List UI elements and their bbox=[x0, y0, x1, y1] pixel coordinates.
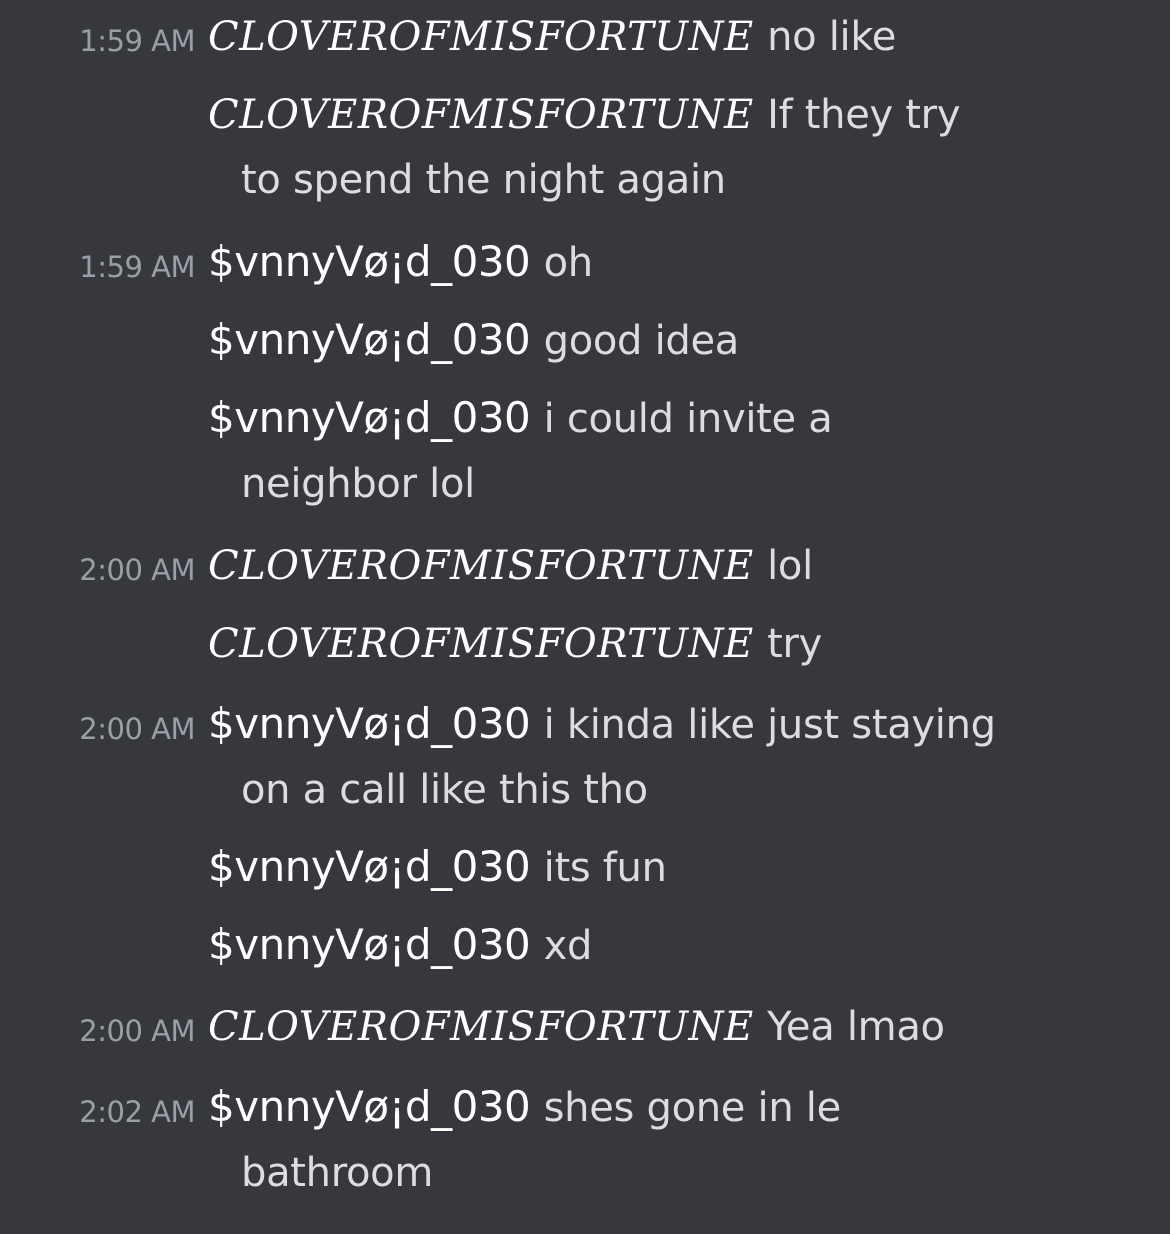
timestamp: 2:02 AM bbox=[79, 1095, 195, 1129]
username[interactable]: CLOVEROFMISFORTUNE bbox=[208, 1004, 754, 1050]
message-text: no like bbox=[767, 14, 897, 60]
message-text: try bbox=[767, 621, 822, 667]
message-text: its fun bbox=[543, 845, 667, 891]
message-text: Yea lmao bbox=[767, 1004, 945, 1050]
message-text-continued: on a call like this tho bbox=[241, 767, 648, 813]
message-text: i could invite a bbox=[543, 396, 833, 442]
message-line: $vnnyVø¡d_030 i kinda like just staying bbox=[208, 700, 996, 749]
timestamp: 2:00 AM bbox=[79, 553, 195, 587]
message-line: CLOVEROFMISFORTUNE If they try bbox=[208, 90, 961, 139]
message-line: $vnnyVø¡d_030 i could invite a bbox=[208, 393, 833, 443]
message-text-continued: to spend the night again bbox=[241, 157, 726, 203]
message-text: good idea bbox=[543, 318, 740, 364]
message-line: $vnnyVø¡d_030 oh bbox=[208, 238, 593, 287]
message-line: $vnnyVø¡d_030 xd bbox=[208, 921, 592, 970]
chat-log: 1:59 AM CLOVEROFMISFORTUNE no like CLOVE… bbox=[0, 0, 1170, 1234]
message-line: CLOVEROFMISFORTUNE Yea lmao bbox=[208, 1002, 945, 1051]
username[interactable]: $vnnyVø¡d_030 bbox=[208, 842, 531, 891]
message-line: CLOVEROFMISFORTUNE no like bbox=[208, 12, 896, 61]
message-text: If they try bbox=[767, 92, 961, 138]
timestamp: 2:00 AM bbox=[79, 712, 195, 746]
timestamp: 2:00 AM bbox=[79, 1014, 195, 1048]
message-text: lol bbox=[767, 543, 813, 589]
message-text: oh bbox=[543, 240, 594, 286]
username[interactable]: CLOVEROFMISFORTUNE bbox=[208, 621, 754, 667]
message-line: $vnnyVø¡d_030 shes gone in le bbox=[208, 1083, 841, 1132]
message-text-continued: bathroom bbox=[241, 1150, 434, 1196]
message-line: $vnnyVø¡d_030 good idea bbox=[208, 316, 739, 365]
username[interactable]: CLOVEROFMISFORTUNE bbox=[208, 92, 754, 138]
message-line: $vnnyVø¡d_030 its fun bbox=[208, 843, 667, 892]
username[interactable]: CLOVEROFMISFORTUNE bbox=[208, 543, 754, 589]
username[interactable]: CLOVEROFMISFORTUNE bbox=[208, 14, 754, 60]
username[interactable]: $vnnyVø¡d_030 bbox=[208, 393, 531, 442]
message-text: i kinda like just staying bbox=[543, 702, 996, 748]
username[interactable]: $vnnyVø¡d_030 bbox=[208, 699, 531, 748]
username[interactable]: $vnnyVø¡d_030 bbox=[208, 237, 531, 286]
timestamp: 1:59 AM bbox=[79, 24, 195, 58]
timestamp: 1:59 AM bbox=[79, 250, 195, 284]
username[interactable]: $vnnyVø¡d_030 bbox=[208, 920, 531, 969]
message-line: CLOVEROFMISFORTUNE lol bbox=[208, 541, 813, 590]
message-text: shes gone in le bbox=[543, 1085, 842, 1131]
message-line: CLOVEROFMISFORTUNE try bbox=[208, 619, 822, 668]
message-text-continued: neighbor lol bbox=[241, 461, 475, 507]
username[interactable]: $vnnyVø¡d_030 bbox=[208, 315, 531, 364]
message-text: xd bbox=[543, 923, 593, 969]
username[interactable]: $vnnyVø¡d_030 bbox=[208, 1082, 531, 1131]
